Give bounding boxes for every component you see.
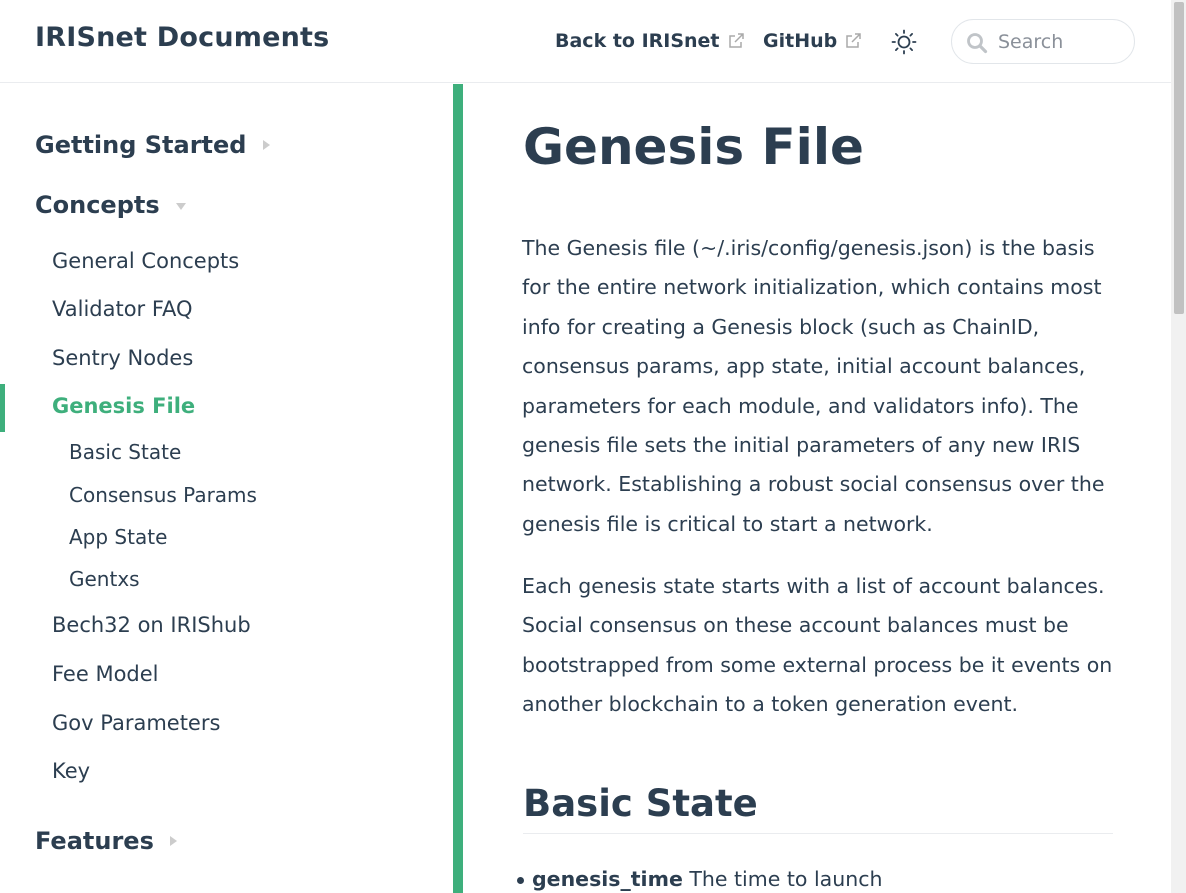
sidebar-subitem-gentxs[interactable]: Gentxs: [69, 567, 140, 591]
page-title: Genesis File: [523, 118, 864, 176]
scrollbar[interactable]: [1171, 0, 1186, 893]
sidebar-item-general-concepts[interactable]: General Concepts: [52, 249, 239, 273]
sidebar-divider: [453, 84, 463, 893]
back-to-irisnet-link[interactable]: Back to IRISnet: [555, 30, 744, 52]
sidebar-group-label: Getting Started: [35, 131, 247, 159]
main-content: Genesis File The Genesis file (~/.iris/c…: [463, 84, 1171, 893]
search-icon: [967, 33, 988, 54]
site-title[interactable]: IRISnet Documents: [35, 22, 329, 53]
sidebar-item-genesis-file[interactable]: Genesis File: [52, 394, 195, 418]
navbar: IRISnet Documents Back to IRISnet GitHub: [0, 0, 1171, 83]
sidebar-subitem-consensus-params[interactable]: Consensus Params: [69, 483, 257, 507]
sidebar-item-sentry-nodes[interactable]: Sentry Nodes: [52, 346, 193, 370]
collapsed-arrow-icon: [169, 836, 177, 846]
list-item: genesis_time The time to launch: [517, 867, 883, 891]
sidebar-item-gov-parameters[interactable]: Gov Parameters: [52, 711, 220, 735]
github-link[interactable]: GitHub: [763, 30, 861, 52]
external-link-icon: [728, 33, 744, 48]
intro-paragraph: The Genesis file (~/.iris/config/genesis…: [522, 236, 1105, 536]
search-input[interactable]: [998, 28, 1123, 56]
external-link-icon: [846, 33, 861, 48]
expanded-arrow-icon: [175, 202, 186, 210]
sun-icon[interactable]: [891, 29, 917, 55]
sidebar-item-key[interactable]: Key: [52, 759, 90, 783]
scrollbar-thumb[interactable]: [1174, 2, 1184, 314]
sidebar-group-getting-started[interactable]: Getting Started: [35, 131, 270, 159]
search-box[interactable]: [951, 19, 1135, 64]
collapsed-arrow-icon: [262, 140, 270, 150]
bullet-icon: [517, 877, 524, 884]
sidebar-group-label: Features: [35, 827, 154, 855]
list-item-term: genesis_time: [532, 867, 683, 891]
section-heading-basic-state: Basic State: [523, 782, 1113, 834]
sidebar-item-validator-faq[interactable]: Validator FAQ: [52, 297, 193, 321]
sidebar-group-features[interactable]: Features: [35, 827, 177, 855]
github-label: GitHub: [763, 30, 838, 52]
sidebar-subitem-basic-state[interactable]: Basic State: [69, 440, 181, 464]
sidebar-item-fee-model[interactable]: Fee Model: [52, 662, 159, 686]
active-item-indicator: [0, 384, 5, 432]
back-to-irisnet-label: Back to IRISnet: [555, 30, 720, 52]
sidebar: Getting Started Concepts General Concept…: [0, 84, 453, 893]
sidebar-item-bech32[interactable]: Bech32 on IRIShub: [52, 613, 251, 637]
sidebar-group-label: Concepts: [35, 191, 160, 219]
second-paragraph: Each genesis state starts with a list of…: [522, 574, 1113, 717]
sidebar-subitem-app-state[interactable]: App State: [69, 525, 167, 549]
list-item-text: The time to launch: [682, 867, 883, 891]
sidebar-group-concepts[interactable]: Concepts: [35, 191, 186, 219]
